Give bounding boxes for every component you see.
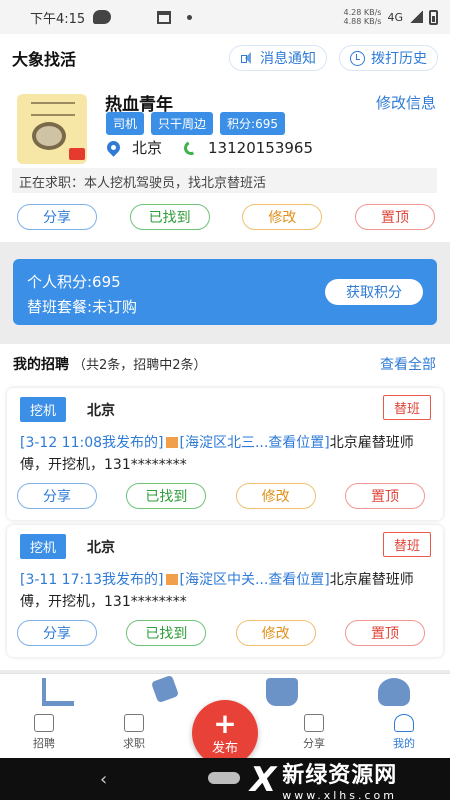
found-button[interactable]: 已找到 <box>126 620 207 646</box>
cart-icon <box>42 678 74 706</box>
view-all-link[interactable]: 查看全部 <box>380 354 436 374</box>
job-description: [3-12 11:08我发布的] [海淀区北三...查看位置]北京雇替班师傅，开挖… <box>20 432 432 476</box>
job-type-badge: 替班 <box>382 532 431 557</box>
clock-icon <box>350 50 365 66</box>
pin-top-button[interactable]: 置顶 <box>354 204 435 230</box>
section-title: 我的招聘 （共2条，招聘中2条） <box>13 357 207 373</box>
substitute-package: 替班套餐:未订购 <box>27 298 138 316</box>
watermark-url: www.xlhs.com <box>282 789 397 800</box>
job-description: [3-11 17:13我发布的] [海淀区中关...查看位置]北京雇替班师傅，开挖… <box>20 569 432 613</box>
job-actions: 分享 已找到 修改 置顶 <box>17 483 425 509</box>
get-points-button[interactable]: 获取积分 <box>325 279 423 305</box>
tab-recruit[interactable]: 招聘 <box>14 714 74 751</box>
modify-button[interactable]: 修改 <box>235 620 316 646</box>
person-card-icon <box>124 714 144 732</box>
plus-icon: + <box>213 706 237 740</box>
job-time: [3-11 17:13我发布的] <box>20 572 164 588</box>
watermark-logo-icon: X <box>250 759 277 800</box>
publish-label: 发布 <box>211 740 238 756</box>
location-icon <box>165 437 178 448</box>
tag-icon <box>150 674 180 704</box>
call-history-button[interactable]: 拨打历史 <box>339 45 438 71</box>
share-button[interactable]: 分享 <box>17 204 97 230</box>
network-type: 4G <box>387 10 403 24</box>
signal-icon <box>409 11 423 23</box>
personal-points: 个人积分:695 <box>27 273 121 291</box>
job-time: [3-12 11:08我发布的] <box>20 435 164 451</box>
money-bag-icon <box>378 678 410 706</box>
network-speed: 4.28 KB/s 4.88 KB/s <box>343 8 382 26</box>
job-card[interactable]: 挖机 北京 替班 [3-12 11:08我发布的] [海淀区北三...查看位置]北… <box>7 388 443 520</box>
status-time: 下午4:15 <box>30 11 86 27</box>
pin-top-button[interactable]: 置顶 <box>344 483 425 509</box>
pin-top-button[interactable]: 置顶 <box>344 620 425 646</box>
location-pin-icon <box>104 138 123 157</box>
profile-tags: 司机 只干周边 积分:695 <box>106 112 285 135</box>
truck-icon <box>266 678 298 706</box>
avatar-badge-icon <box>69 148 85 160</box>
profile-actions: 分享 已找到 修改 置顶 <box>17 204 435 230</box>
modify-button[interactable]: 修改 <box>235 483 316 509</box>
profile-card: 热血青年 修改信息 司机 只干周边 积分:695 北京 13120153965 … <box>0 82 450 242</box>
share-button[interactable]: 分享 <box>17 483 97 509</box>
tab-job-seeking[interactable]: 求职 <box>104 714 164 751</box>
found-button[interactable]: 已找到 <box>126 483 207 509</box>
avatar-text-lines <box>31 102 75 116</box>
job-city: 北京 <box>87 540 115 556</box>
job-type-badge: 替班 <box>382 395 431 420</box>
section-summary: （共2条，招聘中2条） <box>73 358 207 373</box>
user-icon <box>394 714 414 732</box>
tab-share-label: 分享 <box>303 737 325 750</box>
profile-phone[interactable]: 13120153965 <box>208 139 313 157</box>
message-notify-label: 消息通知 <box>260 51 316 67</box>
found-button[interactable]: 已找到 <box>129 204 210 230</box>
job-actions: 分享 已找到 修改 置顶 <box>17 620 425 646</box>
profile-contact: 北京 13120153965 <box>104 137 313 158</box>
job-category: 挖机 <box>20 397 67 422</box>
tab-share[interactable]: 分享 <box>284 714 344 751</box>
job-category: 挖机 <box>20 534 67 559</box>
tab-recruit-label: 招聘 <box>33 737 55 750</box>
profile-tag: 司机 <box>106 112 145 135</box>
modify-button[interactable]: 修改 <box>242 204 323 230</box>
tab-job-label: 求职 <box>123 737 145 750</box>
speaker-icon <box>240 51 254 65</box>
location-icon <box>165 574 178 585</box>
back-chevron-icon[interactable]: ‹ <box>100 769 107 790</box>
watermark: X 新绿资源网 www.xlhs.com <box>250 757 397 800</box>
status-bar: 下午4:15 4.28 KB/s 4.88 KB/s 4G <box>0 0 450 34</box>
points-banner: 个人积分:695 替班套餐:未订购 获取积分 <box>13 259 437 325</box>
app-header: 大象找活 消息通知 拨打历史 <box>0 34 450 82</box>
my-recruitment-section: 我的招聘 （共2条，招聘中2条） 查看全部 挖机 北京 替班 [3-12 11:0… <box>0 344 450 670</box>
battery-icon <box>429 9 438 25</box>
call-history-label: 拨打历史 <box>371 51 427 67</box>
share-icon <box>304 714 324 732</box>
profile-tag: 只干周边 <box>151 112 214 135</box>
phone-icon <box>182 138 200 157</box>
job-card[interactable]: 挖机 北京 替班 [3-11 17:13我发布的] [海淀区中关...查看位置]北… <box>7 525 443 657</box>
app-title: 大象找活 <box>12 50 77 69</box>
wechat-icon <box>93 10 112 24</box>
message-notify-button[interactable]: 消息通知 <box>229 45 327 71</box>
share-button[interactable]: 分享 <box>17 620 97 646</box>
publish-button[interactable]: + 发布 <box>192 700 258 766</box>
home-pill-icon[interactable] <box>208 772 240 784</box>
tab-mine[interactable]: 我的 <box>374 714 434 751</box>
snail-icon <box>32 122 66 150</box>
watermark-name: 新绿资源网 <box>282 763 398 788</box>
recruit-icon <box>34 714 54 732</box>
status-right: 4.28 KB/s 4.88 KB/s 4G <box>344 8 438 26</box>
notification-dot-icon <box>187 14 193 20</box>
tab-mine-label: 我的 <box>393 737 415 750</box>
profile-tag: 积分:695 <box>220 112 285 135</box>
calendar-icon <box>157 10 172 24</box>
job-location-link[interactable]: [海淀区北三...查看位置] <box>180 435 330 451</box>
job-city: 北京 <box>87 403 115 419</box>
edit-info-link[interactable]: 修改信息 <box>376 92 436 113</box>
profile-location: 北京 <box>132 139 163 157</box>
avatar[interactable] <box>17 94 87 164</box>
seeking-status: 正在求职：本人挖机驾驶员，找北京替班活 <box>12 168 437 193</box>
job-location-link[interactable]: [海淀区中关...查看位置] <box>180 572 330 588</box>
